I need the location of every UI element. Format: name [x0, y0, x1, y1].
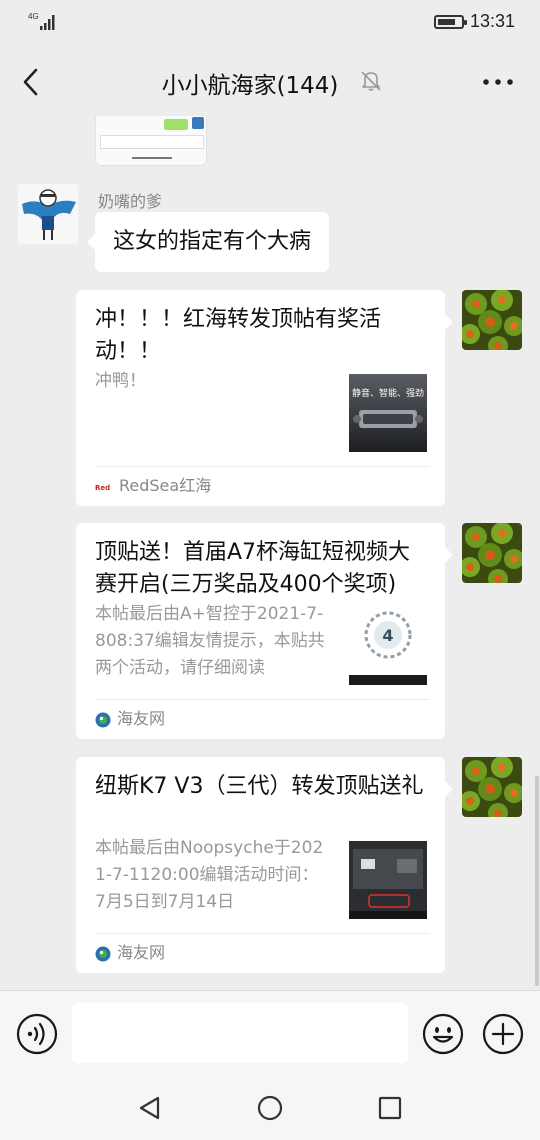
system-back-button[interactable]	[136, 1094, 164, 1122]
more-dots-icon	[483, 79, 513, 85]
self-avatar[interactable]	[462, 290, 522, 350]
card-description: 本帖最后由A+智控于2021-7-808:37编辑友情提示，本贴共两个活动，请仔…	[95, 604, 325, 678]
thumb-caption: 静音、智能、强劲	[352, 387, 424, 399]
image-green-bubble	[164, 119, 188, 130]
plus-icon	[482, 1013, 524, 1055]
card-thumbnail: 4	[349, 607, 427, 685]
card-source-name: 海友网	[117, 709, 166, 728]
haiyou-logo-icon	[95, 712, 111, 727]
self-avatar[interactable]	[462, 523, 522, 583]
input-toolbar	[0, 990, 540, 1074]
card-source: 海友网	[95, 941, 165, 965]
self-avatar[interactable]	[462, 757, 522, 817]
status-time: 13:31	[470, 11, 516, 31]
voice-button[interactable]	[16, 1013, 58, 1055]
card-title: 冲！！！红海转发顶帖有奖活动！！	[95, 307, 382, 364]
chat-title: 小小航海家(144)	[0, 66, 540, 100]
link-card[interactable]: 冲！！！红海转发顶帖有奖活动！！ 冲鸭！ 静音、智能、强劲 Red RedSea…	[76, 290, 453, 506]
battery-level	[438, 19, 455, 25]
emoji-icon	[422, 1013, 464, 1055]
chat-area[interactable]: 奶嘴的爹 这女的指定有个大病 冲！！！红海转发顶帖有奖活动！！ 冲鸭！ 静音、智…	[0, 116, 540, 990]
status-bar: 4G 13:31	[0, 0, 540, 46]
coral-avatar-icon	[462, 523, 522, 583]
card-source: 海友网	[95, 707, 165, 731]
message-input[interactable]	[72, 1003, 408, 1063]
card-thumbnail	[349, 841, 427, 919]
mute-bell-icon	[358, 68, 384, 94]
svg-text:4: 4	[382, 626, 393, 645]
image-home-indicator	[132, 157, 172, 159]
card-title: 顶贴送！首届A7杯海缸短视频大赛开启(三万奖品及400个奖项)	[95, 540, 411, 597]
voice-icon	[16, 1013, 58, 1055]
svg-text:Red: Red	[95, 484, 110, 492]
system-nav-bar	[0, 1074, 540, 1140]
card-source-name: RedSea红海	[119, 476, 212, 495]
card-divider	[95, 699, 430, 700]
chat-title-text: 小小航海家(144)	[161, 73, 339, 99]
card-divider	[95, 466, 430, 467]
link-card[interactable]: 顶贴送！首届A7杯海缸短视频大赛开启(三万奖品及400个奖项) 本帖最后由A+智…	[76, 523, 453, 739]
image-avatar	[192, 117, 204, 129]
scrollbar[interactable]	[535, 776, 539, 986]
card-thumbnail: 静音、智能、强劲	[349, 374, 427, 452]
coral-avatar-icon	[462, 757, 522, 817]
system-recents-button[interactable]	[376, 1094, 404, 1122]
signal-icon: 4G	[28, 12, 58, 32]
battery-icon	[434, 15, 467, 29]
card-source: Red RedSea红海	[95, 474, 211, 498]
emoji-button[interactable]	[422, 1013, 464, 1055]
cartoon-avatar-icon	[18, 184, 78, 244]
circle-home-icon	[257, 1095, 283, 1121]
square-recents-icon	[378, 1096, 402, 1120]
sender-name: 奶嘴的爹	[98, 192, 163, 211]
sender-avatar[interactable]	[18, 184, 78, 244]
image-message[interactable]	[95, 116, 207, 166]
card-title: 纽斯K7 V3（三代）转发顶贴送礼	[95, 774, 424, 799]
link-card[interactable]: 纽斯K7 V3（三代）转发顶贴送礼 本帖最后由Noopsyche于2021-7-…	[76, 757, 453, 973]
more-options-button[interactable]	[478, 64, 518, 100]
card-description: 冲鸭！	[95, 371, 146, 391]
text-message-bubble[interactable]: 这女的指定有个大病	[86, 212, 330, 272]
image-input-bar	[100, 135, 204, 149]
card-description: 本帖最后由Noopsyche于2021-7-1120:00编辑活动时间：7月5日…	[95, 838, 324, 912]
more-actions-button[interactable]	[482, 1013, 524, 1055]
redsea-logo-icon: Red	[95, 484, 110, 492]
text-message: 这女的指定有个大病	[113, 229, 312, 254]
haiyou-logo-icon	[95, 946, 111, 961]
network-type: 4G	[28, 12, 39, 21]
chat-header: 小小航海家(144)	[0, 46, 540, 116]
triangle-back-icon	[139, 1096, 160, 1120]
system-home-button[interactable]	[256, 1094, 284, 1122]
card-divider	[95, 933, 430, 934]
card-source-name: 海友网	[117, 943, 166, 962]
coral-avatar-icon	[462, 290, 522, 350]
